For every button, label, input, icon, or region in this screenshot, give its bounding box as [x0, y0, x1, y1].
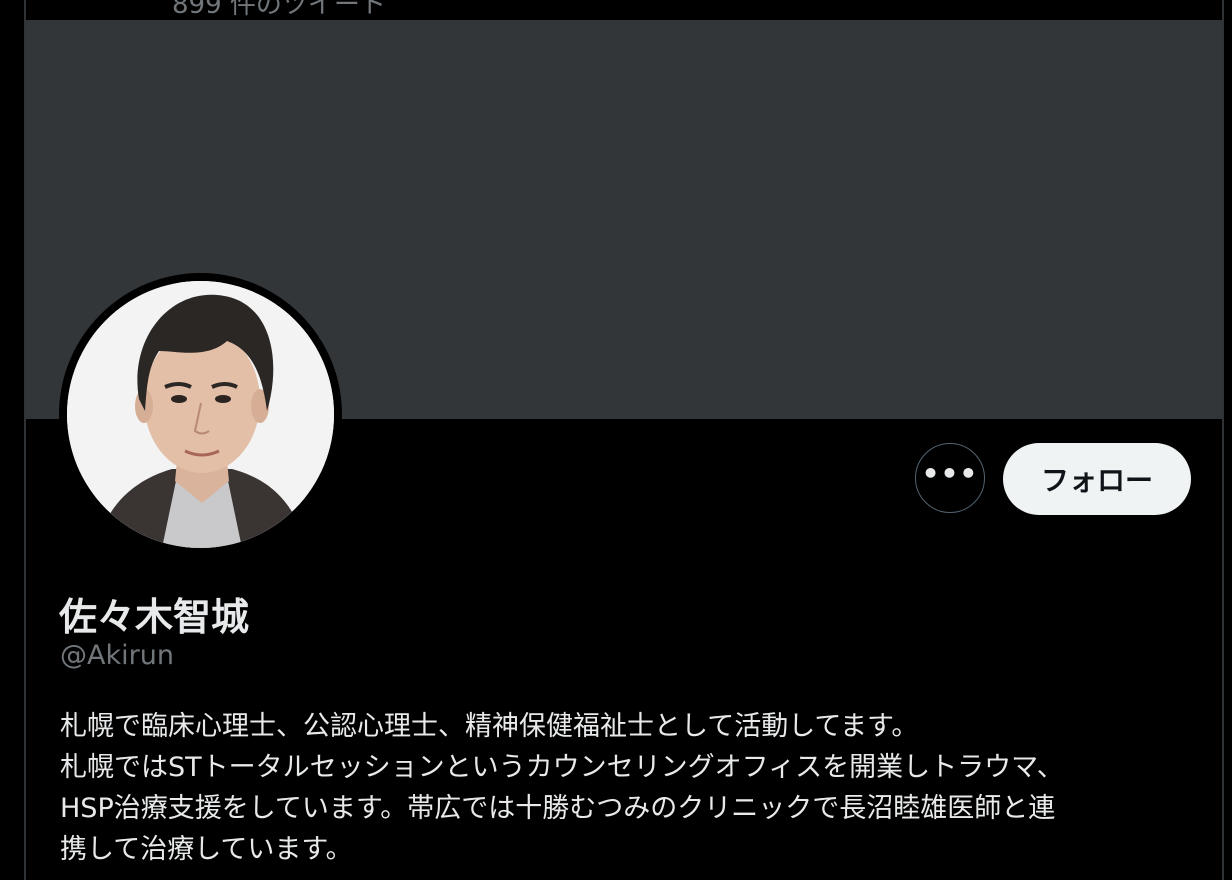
profile-bio: 札幌で臨床心理士、公認心理士、精神保健福祉士として活動してます。 札幌ではSTト… — [60, 706, 1200, 870]
bio-line: HSP治療支援をしています。帯広では十勝むつみのクリニックで長沼睦雄医師と連 — [60, 793, 1056, 824]
display-name: 佐々木智城 — [59, 595, 250, 639]
more-options-button[interactable]: ••• — [915, 443, 985, 513]
more-horizontal-icon: ••• — [921, 457, 979, 490]
avatar-photo — [67, 281, 334, 548]
bio-line: 札幌ではSTトータルセッションというカウンセリングオフィスを開業しトラウマ、 — [60, 752, 1064, 783]
bio-line: 携して治療しています。 — [60, 834, 353, 865]
follow-button[interactable]: フォロー — [1003, 443, 1191, 515]
tweet-count: 899 件のツイート — [172, 0, 386, 20]
user-handle: @Akirun — [60, 640, 174, 671]
avatar[interactable] — [67, 281, 334, 548]
bio-line: 札幌で臨床心理士、公認心理士、精神保健福祉士として活動してます。 — [60, 711, 919, 742]
profile-header-bar: 899 件のツイート — [26, 0, 1222, 20]
column-right-border — [1222, 0, 1224, 880]
